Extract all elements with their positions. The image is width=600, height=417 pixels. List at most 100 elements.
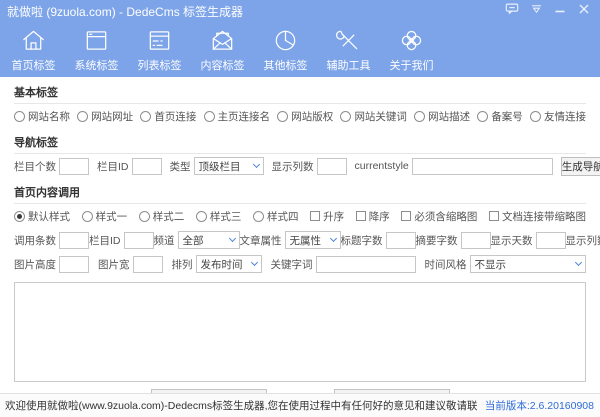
- checkbox-icon: [310, 211, 320, 221]
- radio-home-link[interactable]: 首页连接: [140, 109, 196, 124]
- toolbar-item-label: 辅助工具: [327, 57, 371, 73]
- radio-label: 样式三: [210, 209, 242, 224]
- img-width-input[interactable]: [133, 256, 163, 273]
- close-button[interactable]: [574, 2, 594, 20]
- currentstyle-input[interactable]: [412, 158, 553, 175]
- channel-label: 频道: [154, 233, 175, 248]
- title-chars-input[interactable]: [386, 232, 416, 249]
- basic-section-title: 基本标签: [14, 78, 586, 104]
- radio-label: 友情连接: [544, 109, 586, 124]
- radio-site-keywords[interactable]: 网站关键词: [340, 109, 407, 124]
- radio-home-link-name[interactable]: 主页连接名: [204, 109, 271, 124]
- toolbar-item-label: 列表标签: [138, 57, 182, 73]
- radio-label: 网站关键词: [354, 109, 407, 124]
- close-icon: [578, 2, 590, 20]
- output-textarea[interactable]: [14, 282, 586, 382]
- radio-site-copyright[interactable]: 网站版权: [277, 109, 333, 124]
- radio-style-2[interactable]: 样式二: [139, 209, 185, 224]
- checkbox-icon: [401, 211, 411, 221]
- radio-icp-number[interactable]: 备案号: [477, 109, 523, 124]
- article-attr-select[interactable]: 无属性: [285, 231, 341, 249]
- radio-icon: [277, 111, 288, 122]
- display-cols-label: 显示列数: [272, 159, 314, 174]
- chevron-down-icon: [329, 235, 336, 242]
- channel-select[interactable]: 全部: [178, 231, 240, 249]
- radio-site-url[interactable]: 网站网址: [77, 109, 133, 124]
- checkbox-icon: [356, 211, 366, 221]
- checkbox-doclink-thumbnail[interactable]: 文档连接带缩略图: [489, 209, 586, 224]
- keywords-input[interactable]: [316, 256, 416, 273]
- time-style-select[interactable]: 不显示: [470, 255, 587, 273]
- column-id-label: 栏目ID: [89, 233, 121, 248]
- radio-icon: [414, 111, 425, 122]
- home-section-title: 首页内容调用: [14, 178, 586, 204]
- radio-site-name[interactable]: 网站名称: [14, 109, 70, 124]
- order-label: 排列: [172, 257, 193, 272]
- toolbar-item-label: 关于我们: [390, 57, 434, 73]
- main-content: 基本标签 网站名称 网站网址 首页连接 主页连接名 网站版权 网站关键词 网站描…: [0, 77, 600, 393]
- toolbar-item-content-tags[interactable]: 内容标签: [193, 25, 252, 73]
- toolbar-item-list-tags[interactable]: 列表标签: [130, 25, 189, 73]
- pie-icon: [272, 25, 299, 55]
- radio-icon: [82, 211, 93, 222]
- minimize-button[interactable]: [550, 2, 570, 20]
- toolbar-item-helper-tools[interactable]: 辅助工具: [319, 25, 378, 73]
- column-count-input[interactable]: [59, 158, 89, 175]
- radio-friend-links[interactable]: 友情连接: [530, 109, 586, 124]
- generate-nav-button[interactable]: 生成导航: [561, 157, 600, 176]
- radio-icon: [77, 111, 88, 122]
- home-style-row: 默认样式 样式一 样式二 样式三 样式四 升序 降序 必须含缩略图 文档连接带缩…: [14, 204, 586, 228]
- mail-icon: [209, 25, 236, 55]
- keywords-label: 关键字词: [271, 257, 313, 272]
- radio-label: 网站版权: [291, 109, 333, 124]
- statusbar: 欢迎使用就做啦(www.9zuola.com)-Dedecms标签生成器,您在使…: [0, 393, 600, 417]
- toolbar-item-other-tags[interactable]: 其他标签: [256, 25, 315, 73]
- toolbar-item-home-tags[interactable]: 首页标签: [4, 25, 63, 73]
- version-label: 当前版本:2.6.20160908: [485, 398, 594, 413]
- show-days-input[interactable]: [536, 232, 566, 249]
- display-cols-input[interactable]: [317, 158, 347, 175]
- radio-label: 备案号: [491, 109, 523, 124]
- summary-chars-input[interactable]: [461, 232, 491, 249]
- img-height-input[interactable]: [59, 256, 89, 273]
- feedback-bubble-icon: [505, 2, 519, 20]
- checkbox-label: 升序: [323, 209, 344, 224]
- checkbox-label: 必须含缩略图: [414, 209, 477, 224]
- radio-selected-icon: [14, 211, 25, 222]
- radio-label: 网站网址: [91, 109, 133, 124]
- home-fields-row-2: 图片高度 图片宽 排列 发布时间 关键字词 时间风格 不显示: [14, 252, 586, 276]
- radio-style-3[interactable]: 样式三: [196, 209, 242, 224]
- radio-style-4[interactable]: 样式四: [253, 209, 299, 224]
- order-select[interactable]: 发布时间: [196, 255, 262, 273]
- checkbox-require-thumbnail[interactable]: 必须含缩略图: [401, 209, 477, 224]
- toolbar-item-about-us[interactable]: 关于我们: [382, 25, 441, 73]
- feedback-button[interactable]: [502, 2, 522, 20]
- radio-site-description[interactable]: 网站描述: [414, 109, 470, 124]
- radio-icon: [139, 211, 150, 222]
- home-fields-row-1: 调用条数 栏目ID 频道 全部 文章属性 无属性 标题字数 摘要字数 显示天数 …: [14, 228, 586, 252]
- basic-options-row: 网站名称 网站网址 首页连接 主页连接名 网站版权 网站关键词 网站描述 备案号…: [14, 104, 586, 128]
- dropdown-menu-button[interactable]: [526, 2, 546, 20]
- checkbox-label: 降序: [369, 209, 390, 224]
- call-count-input[interactable]: [59, 232, 89, 249]
- home-column-id-input[interactable]: [124, 232, 154, 249]
- radio-style-1[interactable]: 样式一: [82, 209, 128, 224]
- radio-icon: [340, 111, 351, 122]
- checkbox-descending[interactable]: 降序: [356, 209, 390, 224]
- chevron-down-icon: [252, 161, 259, 168]
- radio-icon: [253, 211, 264, 222]
- type-select[interactable]: 顶级栏目: [194, 157, 264, 175]
- radio-style-default[interactable]: 默认样式: [14, 209, 70, 224]
- checkbox-ascending[interactable]: 升序: [310, 209, 344, 224]
- column-id-input[interactable]: [132, 158, 162, 175]
- column-count-label: 栏目个数: [14, 159, 56, 174]
- radio-icon: [196, 211, 207, 222]
- flower-icon: [398, 25, 425, 55]
- radio-label: 首页连接: [154, 109, 196, 124]
- toolbar-item-system-tags[interactable]: 系统标签: [67, 25, 126, 73]
- img-height-label: 图片高度: [14, 257, 56, 272]
- currentstyle-label: currentstyle: [355, 160, 409, 172]
- dropdown-menu-icon: [530, 2, 543, 20]
- call-count-label: 调用条数: [14, 233, 56, 248]
- radio-label: 网站描述: [428, 109, 470, 124]
